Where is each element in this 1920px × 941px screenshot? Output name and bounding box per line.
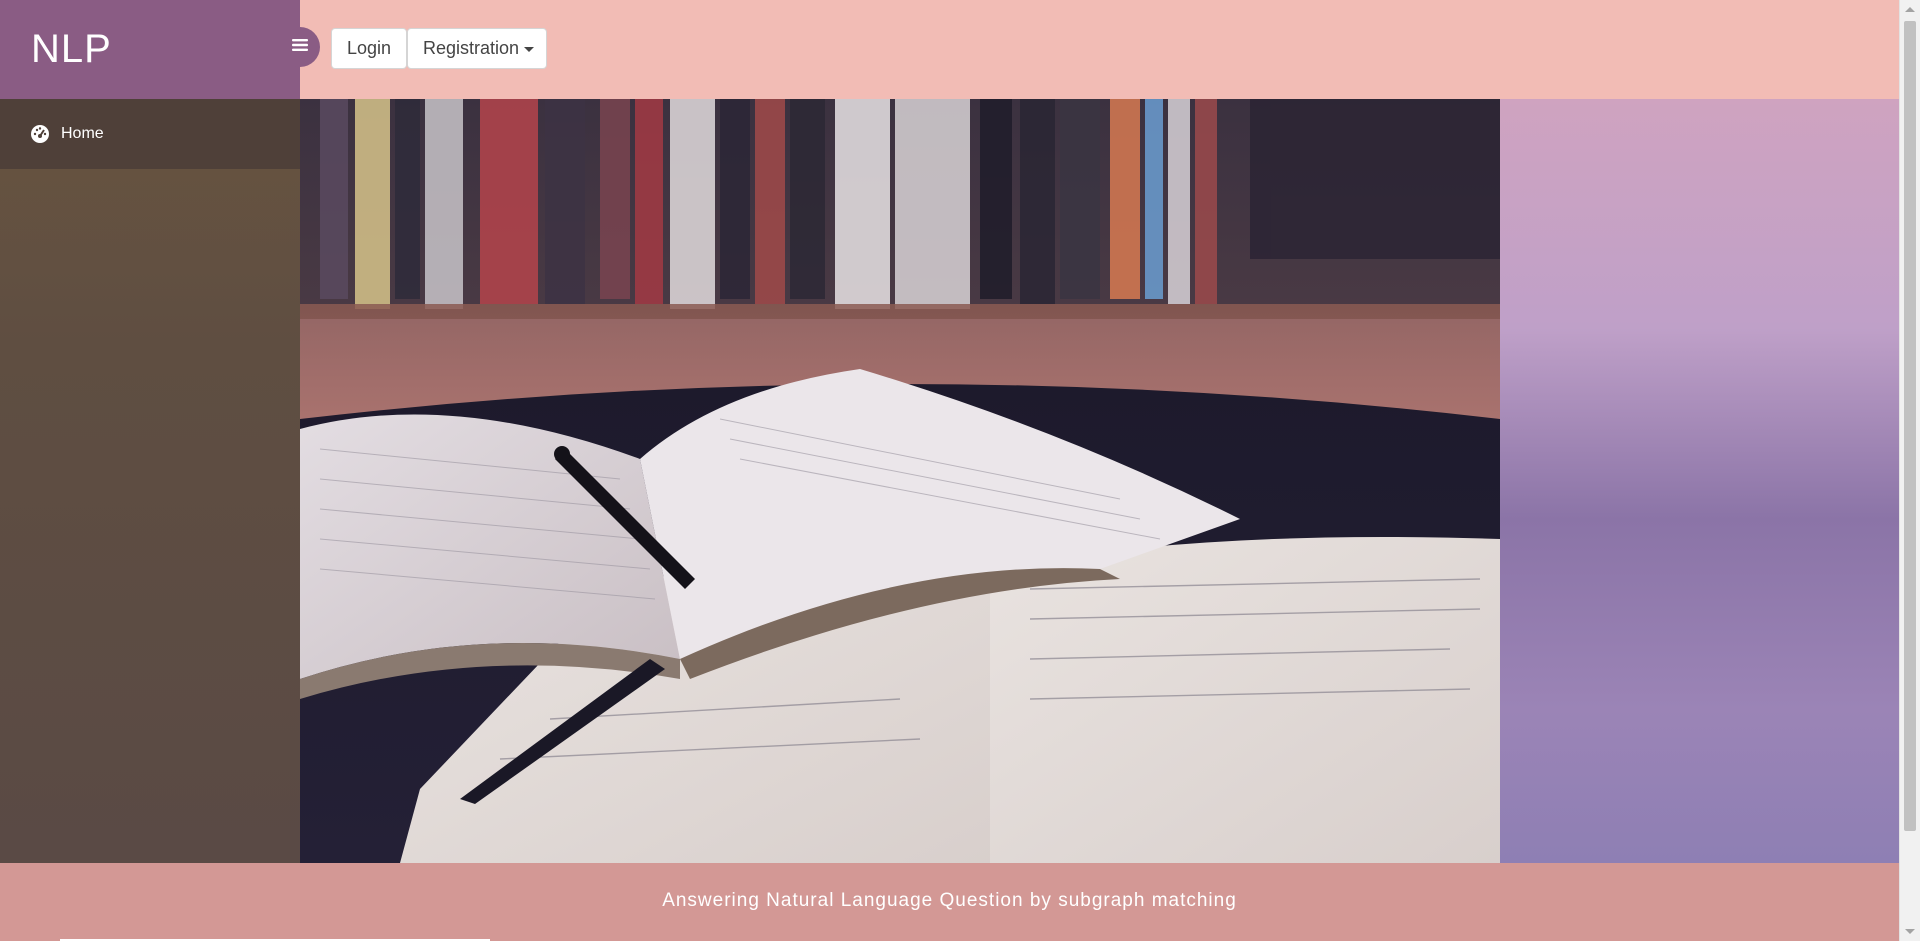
hero-image [300,99,1500,863]
sidebar-toggle-button[interactable] [280,27,320,67]
main-content [300,99,1899,863]
topbar: Login Registration [280,0,1899,99]
scrollbar-thumb[interactable] [1904,21,1916,831]
scroll-up-arrow-icon[interactable] [1905,7,1915,12]
login-button[interactable]: Login [331,28,407,69]
registration-label: Registration [423,38,520,58]
sidebar-item-label: Home [61,125,104,142]
vertical-scrollbar[interactable] [1899,0,1920,941]
sidebar-item-home[interactable]: Home [0,99,300,169]
caret-down-icon [524,46,535,52]
registration-dropdown-button[interactable]: Registration [407,28,547,69]
brand-title[interactable]: NLP [0,0,300,99]
page: NLP Home Login Registration Answering Na… [0,0,1920,941]
scroll-down-arrow-icon[interactable] [1905,929,1915,934]
books-photo [300,99,1500,863]
hamburger-icon [292,38,308,57]
footer-text: Answering Natural Language Question by s… [662,890,1237,911]
footer: Answering Natural Language Question by s… [0,863,1899,941]
sidebar: NLP Home [0,0,300,863]
dashboard-icon [30,124,50,144]
